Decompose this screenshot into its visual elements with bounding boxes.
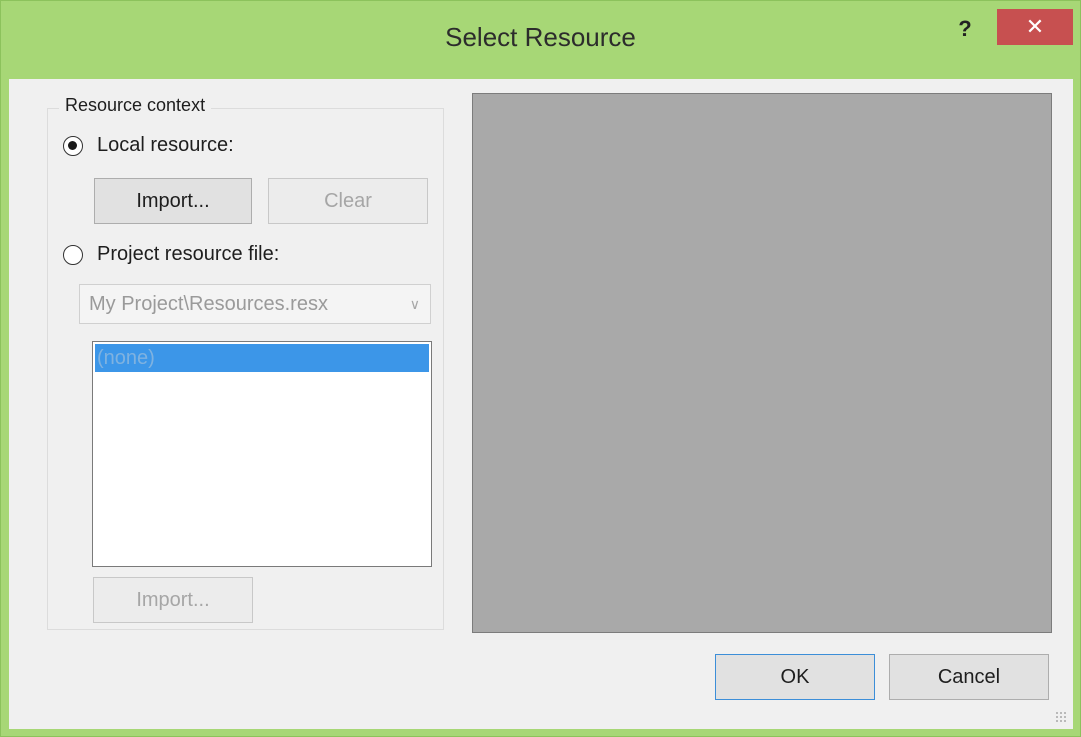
project-resource-radio[interactable] — [63, 244, 83, 265]
clear-button[interactable]: Clear — [268, 178, 428, 224]
local-import-button[interactable]: Import... — [94, 178, 252, 224]
ok-label: OK — [780, 666, 810, 688]
project-resource-option[interactable]: Project resource file: — [63, 243, 279, 266]
local-import-label: Import... — [136, 190, 210, 212]
cancel-button[interactable]: Cancel — [889, 654, 1049, 700]
local-resource-radio[interactable] — [63, 135, 83, 156]
local-resource-label: Local resource: — [97, 134, 234, 156]
help-button[interactable]: ? — [941, 9, 989, 49]
select-resource-dialog: Select Resource ? ✕ Resource context Loc… — [0, 0, 1081, 737]
dialog-body: Resource context Local resource: Import.… — [9, 79, 1073, 729]
project-import-button[interactable]: Import... — [93, 577, 253, 623]
dialog-title: Select Resource — [445, 22, 636, 52]
list-item[interactable]: (none) — [95, 344, 429, 372]
project-import-label: Import... — [136, 589, 210, 611]
local-resource-option[interactable]: Local resource: — [63, 134, 234, 157]
resource-preview — [472, 93, 1052, 633]
close-icon: ✕ — [1025, 14, 1045, 39]
ok-button[interactable]: OK — [715, 654, 875, 700]
resource-file-value: My Project\Resources.resx — [89, 293, 328, 315]
close-button[interactable]: ✕ — [997, 9, 1073, 45]
project-resource-label: Project resource file: — [97, 243, 280, 265]
title-bar[interactable]: Select Resource ? ✕ — [1, 1, 1080, 79]
resize-grip-icon[interactable] — [1055, 711, 1067, 723]
chevron-down-icon: ∨ — [409, 296, 420, 312]
resource-file-combo[interactable]: My Project\Resources.resx ∨ — [79, 284, 431, 324]
cancel-label: Cancel — [937, 666, 1001, 688]
resource-context-label: Resource context — [59, 95, 212, 116]
clear-label: Clear — [324, 190, 372, 212]
resource-listbox[interactable]: (none) — [92, 341, 432, 567]
